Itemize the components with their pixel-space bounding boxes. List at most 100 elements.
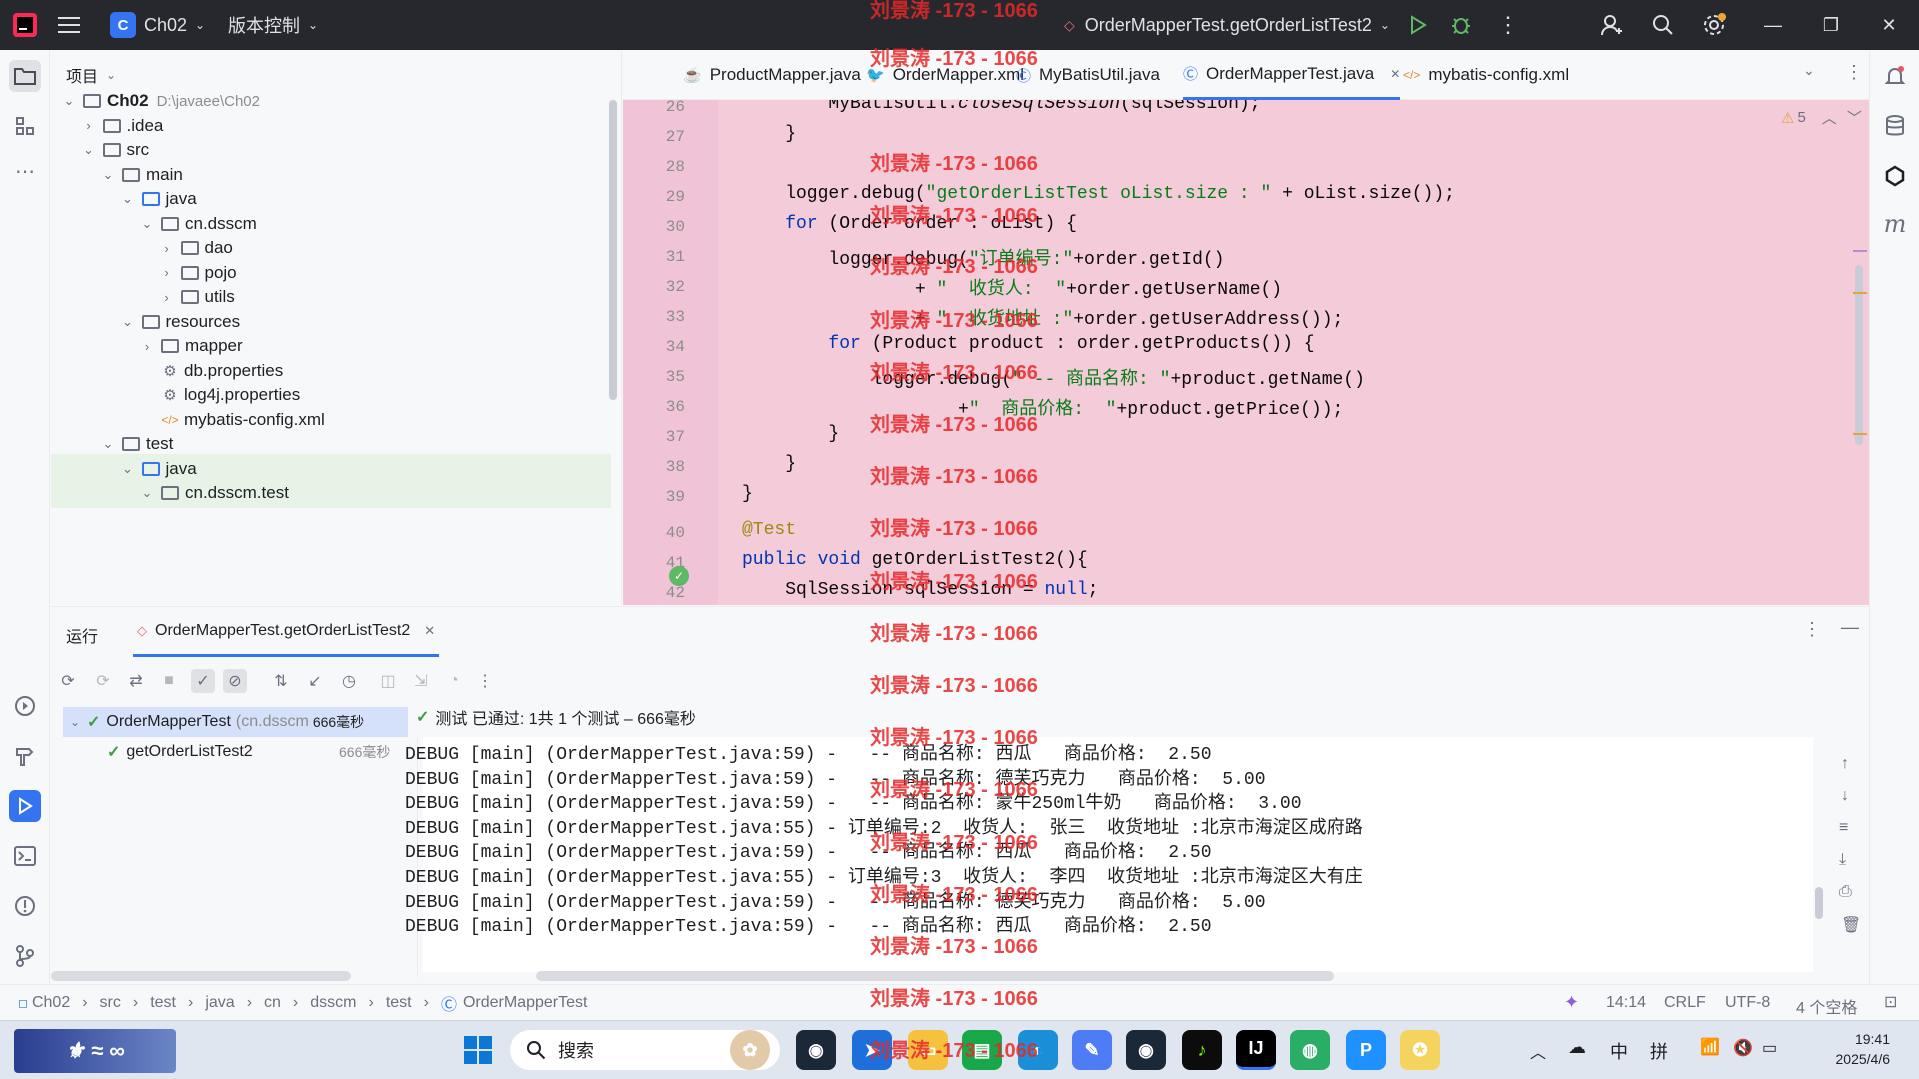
run-icon[interactable] <box>1408 0 1428 50</box>
app-green-icon[interactable]: ▤ <box>962 1030 1002 1070</box>
inspection-widget[interactable]: ⚠ 5 ︿ ﹀ <box>1781 107 1862 128</box>
edge-browser-icon[interactable]: ◐ <box>1018 1030 1058 1070</box>
code-line[interactable]: MyBatisUtil.closeSqlSession(sqlSession); <box>742 100 1260 114</box>
chevron-down-icon[interactable]: ⌄ <box>120 191 136 207</box>
tab-ordermapper-xml[interactable]: 🐦 OrderMapper.xml <box>866 50 1024 100</box>
terminal-tool-icon[interactable] <box>9 840 41 872</box>
line-number[interactable]: 26 <box>635 98 685 116</box>
code-line[interactable]: logger.debug("getOrderListTest oList.siz… <box>742 184 1455 204</box>
code-line[interactable]: + " 收货人: "+order.getUserName() <box>742 274 1282 300</box>
vcs-menu[interactable]: 版本控制 ⌄ <box>228 0 318 50</box>
chevron-down-icon[interactable]: ⌄ <box>81 142 97 158</box>
search-icon[interactable] <box>1652 0 1674 50</box>
close-tab-icon[interactable]: ✕ <box>424 623 435 639</box>
arrow-up-icon[interactable]: ↑ <box>1841 755 1849 773</box>
project-tool-icon[interactable] <box>9 60 41 92</box>
code-line[interactable]: } <box>742 454 796 474</box>
chevron-down-icon[interactable]: ⌄ <box>139 216 155 232</box>
stop-icon[interactable]: ■ <box>157 669 181 693</box>
code-line[interactable]: logger.debug("订单编号:"+order.getId() <box>742 244 1224 270</box>
close-window-button[interactable]: ✕ <box>1860 0 1918 50</box>
ai-status-icon[interactable]: ✦ <box>1564 992 1579 1013</box>
file-encoding[interactable]: UTF-8 <box>1725 994 1770 1012</box>
tree-scrollbar[interactable] <box>609 100 617 400</box>
breadcrumb-item[interactable]: Ch02 <box>32 994 70 1012</box>
collapse-all-icon[interactable]: ↙ <box>303 669 327 693</box>
volume-muted-icon[interactable]: 🔇 <box>1733 1038 1753 1058</box>
console-output[interactable]: DEBUG [main] (OrderMapperTest.java:59) -… <box>405 737 1813 972</box>
line-number[interactable]: 33 <box>635 308 685 326</box>
add-user-icon[interactable] <box>1600 0 1624 50</box>
main-menu-icon[interactable] <box>58 0 80 50</box>
sort-alpha-icon[interactable]: ⇅ <box>269 669 293 693</box>
breadcrumb-item[interactable]: java <box>205 994 234 1012</box>
line-number[interactable]: 37 <box>635 428 685 446</box>
breadcrumb-item[interactable]: test <box>150 994 176 1012</box>
toggle-auto-test-icon[interactable]: ⇄ <box>124 669 148 693</box>
rerun-failed-icon[interactable]: ⟳ <box>91 669 115 693</box>
pycharm-icon[interactable]: P <box>1346 1030 1386 1070</box>
cursor-position[interactable]: 14:14 <box>1606 994 1646 1012</box>
problems-tool-icon[interactable] <box>9 890 41 922</box>
console-vscrollbar[interactable] <box>1815 887 1823 919</box>
line-number[interactable]: 28 <box>635 158 685 176</box>
tab-list-chevron-icon[interactable]: ⌄ <box>1803 62 1815 79</box>
code-line[interactable]: +" 商品价格: "+product.getPrice()); <box>742 394 1343 420</box>
tab-mybatis-config-xml[interactable]: </> mybatis-config.xml <box>1403 50 1569 100</box>
code-line[interactable]: + " 收货地址 :"+order.getUserAddress()); <box>742 304 1343 330</box>
arrow-down-icon[interactable]: ↓ <box>1841 787 1849 805</box>
code-line[interactable]: for (Product product : order.getProducts… <box>742 334 1314 354</box>
ime-mode[interactable]: 拼 <box>1650 1038 1668 1064</box>
hide-panel-icon[interactable]: — <box>1841 617 1859 638</box>
line-separator[interactable]: CRLF <box>1664 994 1706 1012</box>
more-tools-icon[interactable]: ⋯ <box>9 155 41 187</box>
line-number[interactable]: 30 <box>635 218 685 236</box>
battery-icon[interactable]: ▭ <box>1762 1038 1777 1058</box>
ai-assistant-icon[interactable] <box>1879 160 1911 192</box>
code-line[interactable]: } <box>742 484 753 504</box>
breadcrumb-item[interactable]: test <box>386 994 412 1012</box>
feishu-icon[interactable]: ➤ <box>852 1030 892 1070</box>
test-tree-hscrollbar[interactable] <box>51 971 351 981</box>
chevron-down-icon[interactable]: ⌄ <box>120 314 136 330</box>
tab-productmapper-java[interactable]: ☕ ProductMapper.java <box>683 50 861 100</box>
project-switcher[interactable]: C Ch02 ⌄ <box>110 0 205 50</box>
line-number[interactable]: 29 <box>635 188 685 206</box>
onedrive-cloud-icon[interactable]: ☁ <box>1568 1037 1586 1058</box>
close-tab-icon[interactable]: ✕ <box>1390 67 1400 81</box>
line-number[interactable]: 42 <box>635 584 685 602</box>
more-actions-icon[interactable]: ⋮ <box>1497 0 1519 50</box>
search-highlight-icon[interactable]: ✿ <box>730 1030 770 1070</box>
line-number[interactable]: 31 <box>635 248 685 266</box>
show-ignored-icon[interactable]: ⊘ <box>223 669 247 693</box>
coverage-icon[interactable]: ◔ <box>442 669 466 693</box>
test-suite-row[interactable]: ⌄ ✓ OrderMapperTest (cn.dsscm 666毫秒 <box>63 707 408 737</box>
import-tests-icon[interactable]: ⇲ <box>409 669 433 693</box>
code-line[interactable]: } <box>742 424 839 444</box>
code-line[interactable]: public void getOrderListTest2(){ <box>742 550 1088 570</box>
indent-setting[interactable]: 4 个空格 <box>1796 994 1857 1018</box>
app-dark-icon[interactable]: ♪ <box>1182 1030 1222 1070</box>
intellij-idea-icon[interactable]: IJ <box>1236 1030 1276 1070</box>
camera-icon[interactable]: ◫ <box>376 669 400 693</box>
app-logo-icon[interactable] <box>12 0 38 50</box>
breadcrumb-item[interactable]: OrderMapperTest <box>463 994 588 1012</box>
tree-item[interactable]: ⌄ cn.dsscm.test <box>51 478 611 508</box>
breadcrumb-item[interactable]: cn <box>264 994 281 1012</box>
code-line[interactable]: SqlSession sqlSession = null; <box>742 580 1098 600</box>
breadcrumb-item[interactable]: src <box>100 994 121 1012</box>
scroll-to-end-icon[interactable]: ⤓ <box>1839 851 1846 869</box>
chevron-down-icon[interactable]: ⌄ <box>139 485 155 501</box>
tray-expand-icon[interactable]: ︿ <box>1530 1039 1546 1063</box>
chevron-right-icon[interactable]: › <box>81 118 97 133</box>
soft-wrap-icon[interactable]: ≡ <box>1839 819 1848 837</box>
test-case-row[interactable]: ✓ getOrderListTest2 666毫秒 <box>63 737 408 767</box>
notes-app-icon[interactable]: ✎ <box>1072 1030 1112 1070</box>
wifi-icon[interactable]: 📶 <box>1700 1037 1720 1057</box>
line-number[interactable]: 40 <box>635 524 685 542</box>
sort-duration-icon[interactable]: ◷ <box>337 669 361 693</box>
code-line[interactable]: logger.debug(" -- 商品名称: "+product.getNam… <box>742 364 1365 390</box>
app-yellow-icon[interactable]: ✪ <box>1400 1030 1440 1070</box>
wallpaper-widget-icon[interactable]: ⚜ ≈ ∞ <box>14 1029 176 1073</box>
chevron-down-icon[interactable]: ⌄ <box>120 461 136 477</box>
